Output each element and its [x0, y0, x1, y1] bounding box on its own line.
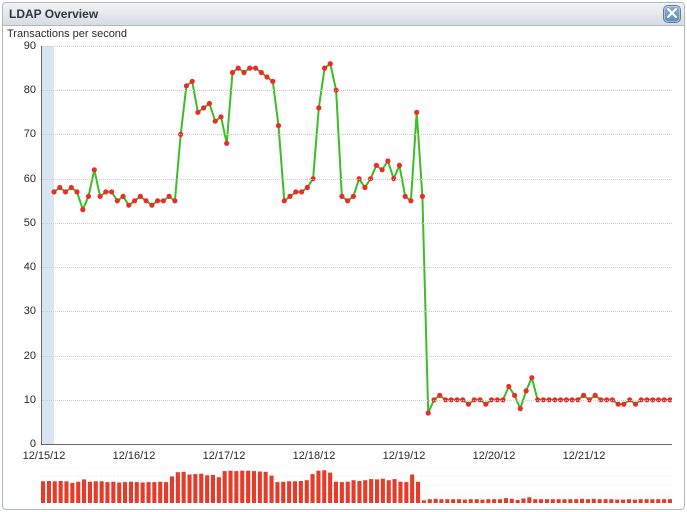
panel-title-extra [102, 7, 158, 21]
y-tick-label: 30 [24, 305, 42, 317]
y-tick-label: 50 [24, 217, 42, 229]
x-tick-label: 12/17/12 [203, 450, 246, 462]
gridline [42, 356, 672, 357]
gridline [42, 46, 672, 47]
panel-title: LDAP Overview [9, 7, 98, 21]
gridline [42, 400, 672, 401]
x-tick-label: 12/18/12 [293, 450, 336, 462]
ldap-overview-panel: LDAP Overview Transactions per second 01… [2, 2, 685, 510]
chart-subtitle: Transactions per second [7, 28, 127, 40]
x-tick-label: 12/16/12 [113, 450, 156, 462]
x-tick-label: 12/19/12 [383, 450, 426, 462]
panel-header: LDAP Overview [3, 3, 684, 26]
plot-area[interactable]: 010203040506070809012/15/1212/16/1212/17… [41, 46, 672, 445]
y-tick-label: 20 [24, 350, 42, 362]
close-icon [667, 7, 677, 21]
y-tick-label: 70 [24, 128, 42, 140]
y-tick-label: 90 [24, 40, 42, 52]
gridline [42, 134, 672, 135]
y-tick-label: 0 [30, 438, 42, 450]
y-tick-label: 80 [24, 84, 42, 96]
y-tick-label: 40 [24, 261, 42, 273]
gridline [42, 311, 672, 312]
x-tick-label: 12/20/12 [473, 450, 516, 462]
close-button[interactable] [664, 6, 680, 22]
gridline [42, 223, 672, 224]
overview-bars [41, 467, 672, 503]
panel-body: Transactions per second 0102030405060708… [3, 26, 684, 509]
gridline [42, 179, 672, 180]
y-tick-label: 60 [24, 173, 42, 185]
line-chart [42, 46, 672, 444]
chart: 010203040506070809012/15/1212/16/1212/17… [7, 46, 680, 505]
y-tick-label: 10 [24, 394, 42, 406]
gridline [42, 267, 672, 268]
gridline [42, 90, 672, 91]
x-tick-label: 12/21/12 [563, 450, 606, 462]
x-tick-label: 12/15/12 [23, 450, 66, 462]
overview-strip[interactable] [41, 467, 672, 503]
